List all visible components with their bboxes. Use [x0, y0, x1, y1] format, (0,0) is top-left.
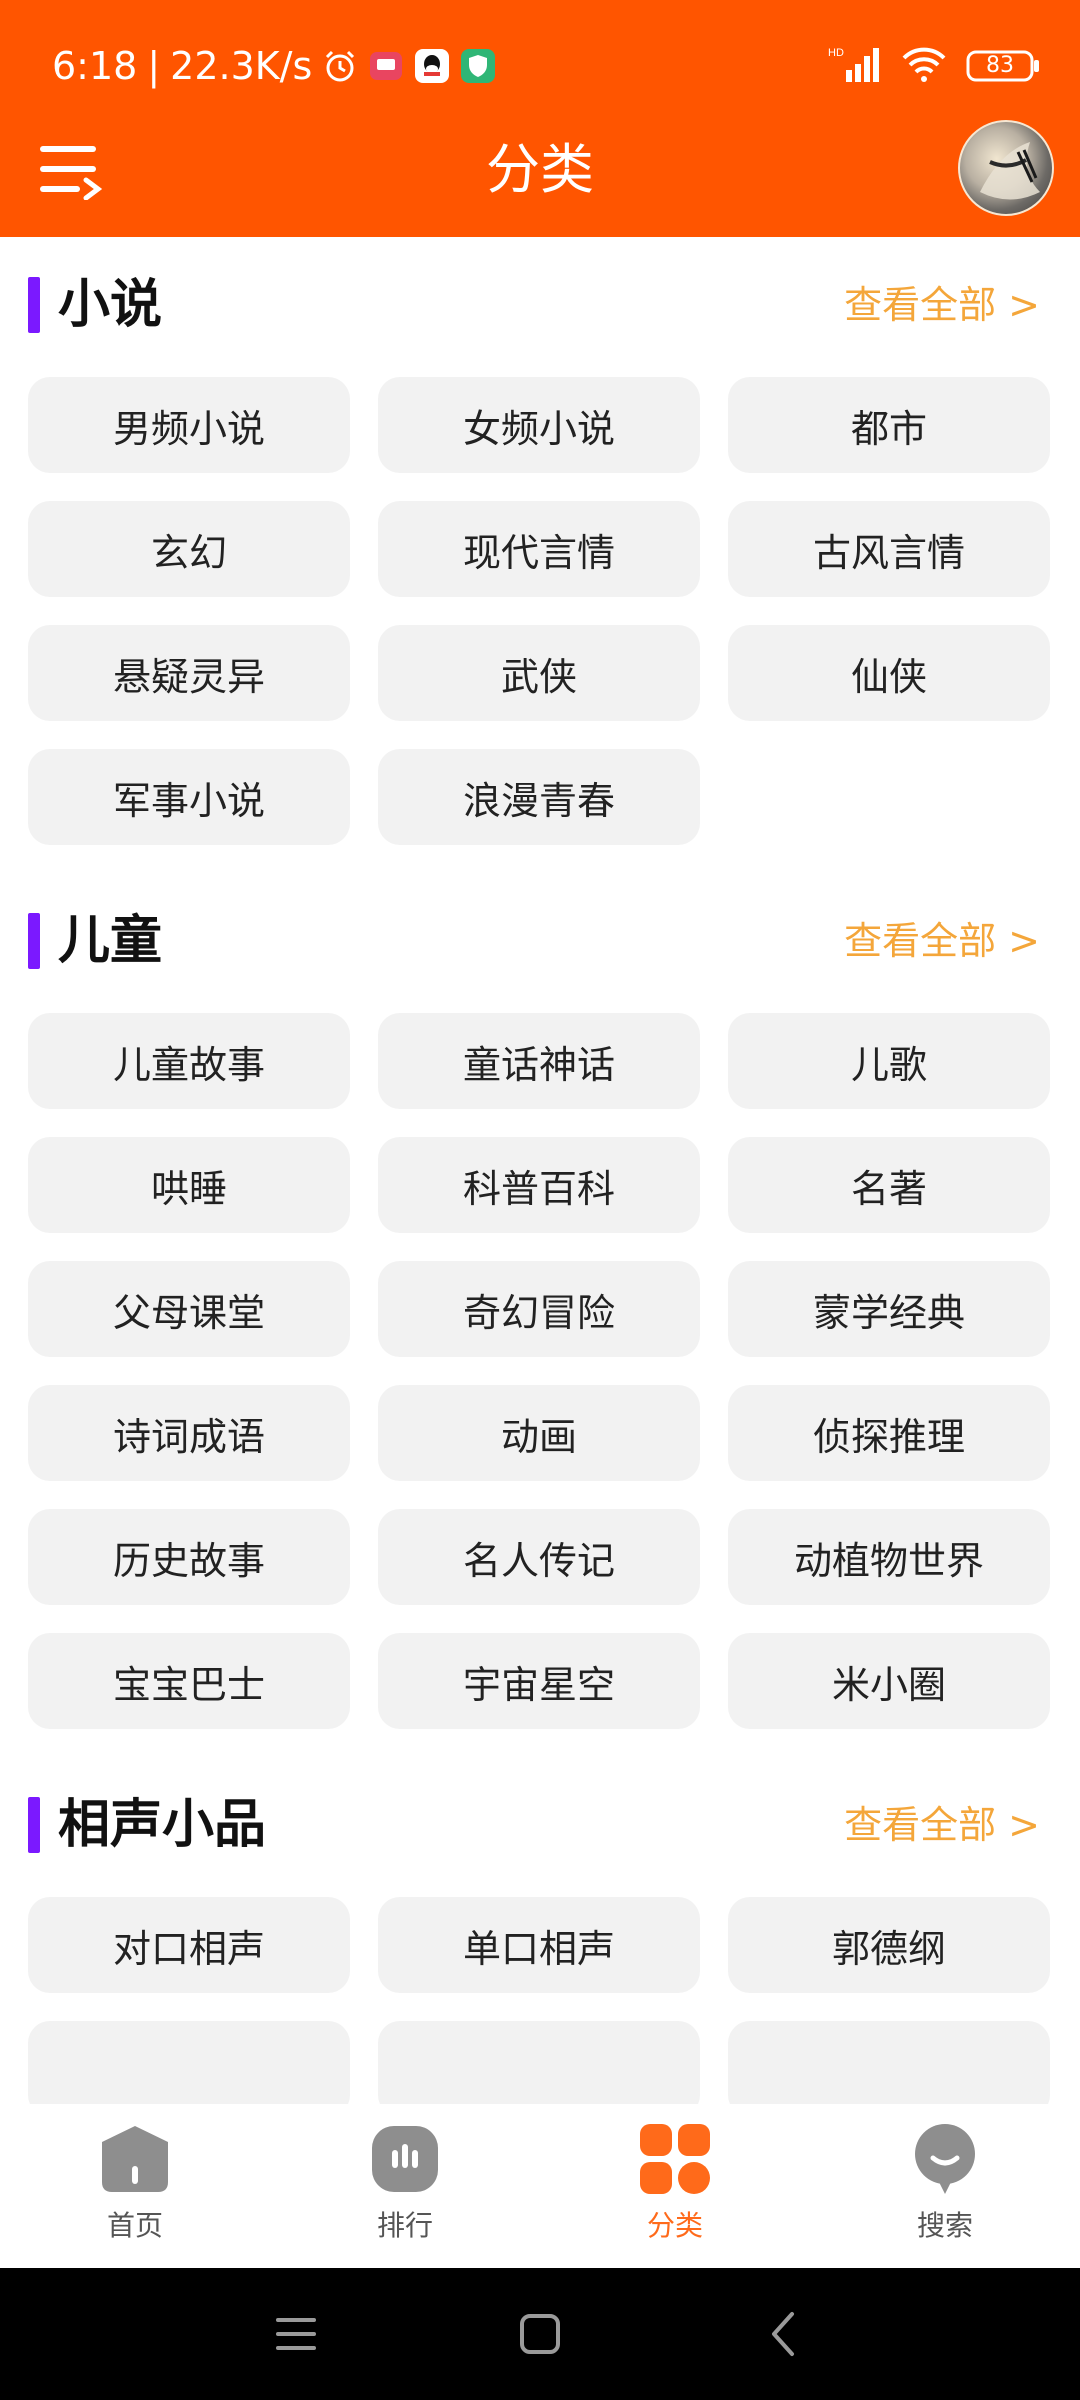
- nav-category[interactable]: 分类: [575, 2122, 775, 2262]
- back-button[interactable]: [748, 2298, 820, 2370]
- status-net-speed: 22.3K/s: [170, 44, 313, 88]
- title-bar: 分类: [0, 118, 1080, 222]
- category-chip[interactable]: 都市: [728, 377, 1050, 473]
- section-novel: 小说 查看全部 > 男频小说 女频小说 都市 玄幻 现代言情 古风言情 悬疑灵异…: [0, 237, 1080, 873]
- category-chip[interactable]: 童话神话: [378, 1013, 700, 1109]
- section-title: 相声小品: [58, 1795, 267, 1855]
- category-chip[interactable]: 科普百科: [378, 1137, 700, 1233]
- view-all-link[interactable]: 查看全部 >: [844, 911, 1040, 971]
- category-chip[interactable]: 浪漫青春: [378, 749, 700, 845]
- category-chip[interactable]: 单口相声: [378, 1897, 700, 1993]
- nav-search[interactable]: 搜索: [845, 2122, 1045, 2262]
- search-icon: [915, 2124, 975, 2194]
- recents-button[interactable]: [260, 2298, 332, 2370]
- category-chip[interactable]: 郭德纲: [728, 1897, 1050, 1993]
- category-chip[interactable]: 儿童故事: [28, 1013, 350, 1109]
- section-accent-bar: [28, 277, 40, 333]
- section-accent-bar: [28, 1797, 40, 1853]
- signal-icon: HD: [828, 44, 882, 88]
- status-bar: 6:18 | 22.3K/s HD 83: [0, 0, 1080, 130]
- svg-text:HD: HD: [828, 47, 844, 59]
- category-grid: 对口相声 单口相声 郭德纲: [0, 1897, 1080, 2104]
- category-chip[interactable]: 父母课堂: [28, 1261, 350, 1357]
- category-chip[interactable]: 动植物世界: [728, 1509, 1050, 1605]
- category-chip[interactable]: 名著: [728, 1137, 1050, 1233]
- section-header: 小说 查看全部 >: [0, 237, 1080, 377]
- category-chip[interactable]: 奇幻冒险: [378, 1261, 700, 1357]
- section-title: 小说: [58, 275, 163, 335]
- category-chip[interactable]: 玄幻: [28, 501, 350, 597]
- category-chip[interactable]: 哄睡: [28, 1137, 350, 1233]
- home-icon: [102, 2126, 168, 2192]
- category-chip[interactable]: 古风言情: [728, 501, 1050, 597]
- battery-level: 83: [986, 53, 1014, 78]
- view-all-link[interactable]: 查看全部 >: [844, 1795, 1040, 1855]
- view-all-link[interactable]: 查看全部 >: [844, 275, 1040, 335]
- nav-label: 搜索: [916, 2209, 973, 2242]
- alarm-icon: [322, 48, 358, 84]
- nav-label: 分类: [646, 2209, 703, 2242]
- category-grid: 男频小说 女频小说 都市 玄幻 现代言情 古风言情 悬疑灵异 武侠 仙侠 军事小…: [0, 377, 1080, 873]
- nav-ranking[interactable]: 排行: [305, 2122, 505, 2262]
- category-chip[interactable]: 现代言情: [378, 501, 700, 597]
- nav-label: 首页: [106, 2209, 163, 2242]
- section-header: 相声小品 查看全部 >: [0, 1757, 1080, 1897]
- section-title: 儿童: [58, 911, 163, 971]
- category-chip[interactable]: 名人传记: [378, 1509, 700, 1605]
- status-separator: |: [147, 44, 161, 88]
- category-grid: 儿童故事 童话神话 儿歌 哄睡 科普百科 名著 父母课堂 奇幻冒险 蒙学经典 诗…: [0, 1013, 1080, 1757]
- qq-icon: [414, 48, 450, 84]
- category-chip[interactable]: 对口相声: [28, 1897, 350, 1993]
- nav-home[interactable]: 首页: [35, 2122, 235, 2262]
- status-left: 6:18 | 22.3K/s: [52, 38, 496, 94]
- home-square-icon: [520, 2314, 560, 2354]
- ranking-icon: [372, 2126, 438, 2192]
- category-chip[interactable]: 诗词成语: [28, 1385, 350, 1481]
- category-chip[interactable]: 仙侠: [728, 625, 1050, 721]
- category-chip[interactable]: 历史故事: [28, 1509, 350, 1605]
- section-children: 儿童 查看全部 > 儿童故事 童话神话 儿歌 哄睡 科普百科 名著 父母课堂 奇…: [0, 873, 1080, 1757]
- avatar-image: [980, 142, 1040, 200]
- section-accent-bar: [28, 913, 40, 969]
- category-chip[interactable]: 军事小说: [28, 749, 350, 845]
- category-chip[interactable]: 宇宙星空: [378, 1633, 700, 1729]
- security-shield-icon: [460, 48, 496, 84]
- category-chip[interactable]: 米小圈: [728, 1633, 1050, 1729]
- recents-icon: [276, 2318, 316, 2350]
- page-title: 分类: [486, 138, 594, 201]
- section-header: 儿童 查看全部 >: [0, 873, 1080, 1013]
- nav-label: 排行: [376, 2209, 433, 2242]
- category-icon: [640, 2124, 710, 2194]
- app-notification-icon: [368, 48, 404, 84]
- system-navigation-bar: [0, 2268, 1080, 2400]
- category-chip[interactable]: 儿歌: [728, 1013, 1050, 1109]
- category-content[interactable]: 小说 查看全部 > 男频小说 女频小说 都市 玄幻 现代言情 古风言情 悬疑灵异…: [0, 237, 1080, 2104]
- category-chip-partial[interactable]: [728, 2021, 1050, 2104]
- status-right: HD 83: [828, 40, 1040, 92]
- category-chip[interactable]: 动画: [378, 1385, 700, 1481]
- section-crosstalk: 相声小品 查看全部 > 对口相声 单口相声 郭德纲: [0, 1757, 1080, 2104]
- category-chip[interactable]: 男频小说: [28, 377, 350, 473]
- app-header: 6:18 | 22.3K/s HD 83 分类: [0, 0, 1080, 237]
- category-chip[interactable]: 蒙学经典: [728, 1261, 1050, 1357]
- wifi-icon: [900, 44, 948, 88]
- category-chip-partial[interactable]: [378, 2021, 700, 2104]
- battery-icon: 83: [966, 49, 1040, 83]
- category-chip[interactable]: 宝宝巴士: [28, 1633, 350, 1729]
- category-chip[interactable]: 女频小说: [378, 377, 700, 473]
- home-system-button[interactable]: [504, 2298, 576, 2370]
- bottom-navigation: 首页 排行 分类 搜索: [0, 2104, 1080, 2268]
- status-time: 6:18: [52, 44, 138, 88]
- category-chip[interactable]: 侦探推理: [728, 1385, 1050, 1481]
- category-chip[interactable]: 悬疑灵异: [28, 625, 350, 721]
- back-icon: [772, 2312, 794, 2356]
- category-chip[interactable]: 武侠: [378, 625, 700, 721]
- category-chip-partial[interactable]: [28, 2021, 350, 2104]
- avatar[interactable]: [958, 120, 1054, 216]
